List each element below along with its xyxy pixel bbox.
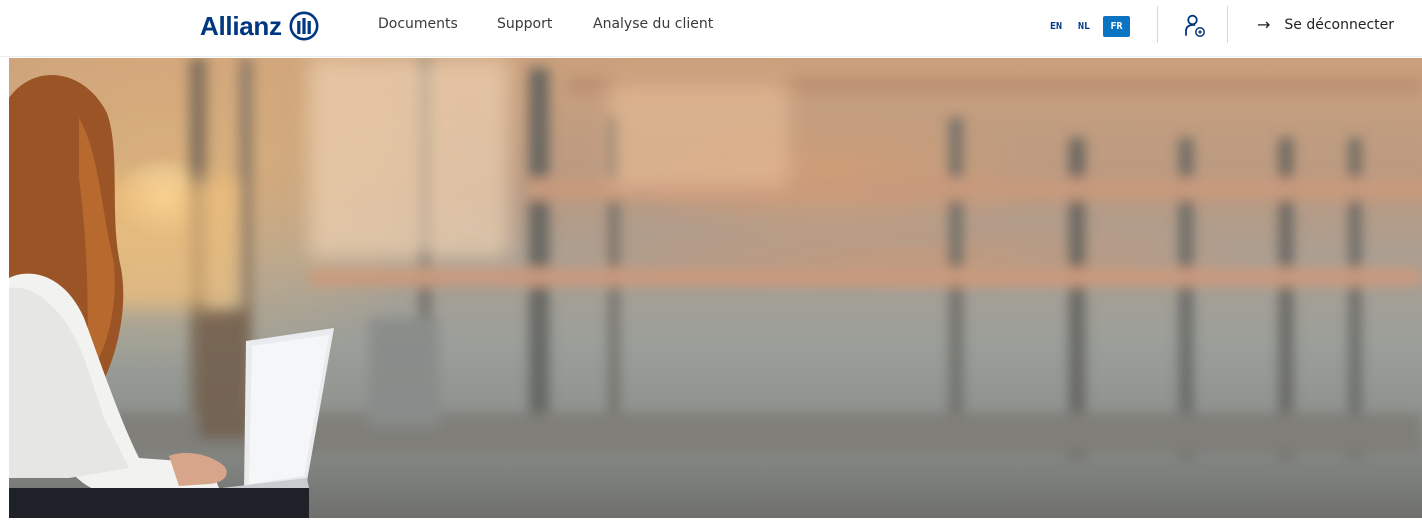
top-navigation-bar: Allianz Documents Support Analyse du cli… bbox=[0, 0, 1422, 57]
language-nl-button[interactable]: NL bbox=[1073, 16, 1095, 37]
allianz-eagle-icon bbox=[289, 11, 319, 41]
user-settings-icon[interactable] bbox=[1180, 12, 1208, 40]
header-divider bbox=[1157, 6, 1158, 43]
page: Allianz Documents Support Analyse du cli… bbox=[0, 0, 1422, 520]
allianz-logo[interactable]: Allianz bbox=[200, 9, 319, 43]
header-divider bbox=[1227, 6, 1228, 43]
hero-banner-image bbox=[9, 58, 1422, 518]
brand-name: Allianz bbox=[200, 10, 282, 41]
logout-button[interactable]: → Se déconnecter bbox=[1257, 14, 1394, 36]
arrow-right-icon: → bbox=[1257, 15, 1271, 34]
nav-support[interactable]: Support bbox=[497, 16, 552, 32]
hero-background-photo bbox=[9, 58, 1422, 518]
language-fr-button-active[interactable]: FR bbox=[1103, 16, 1130, 37]
nav-documents[interactable]: Documents bbox=[378, 16, 458, 32]
logout-label: Se déconnecter bbox=[1284, 17, 1395, 33]
language-en-button[interactable]: EN bbox=[1045, 16, 1067, 37]
nav-analyse-du-client[interactable]: Analyse du client bbox=[593, 16, 713, 32]
